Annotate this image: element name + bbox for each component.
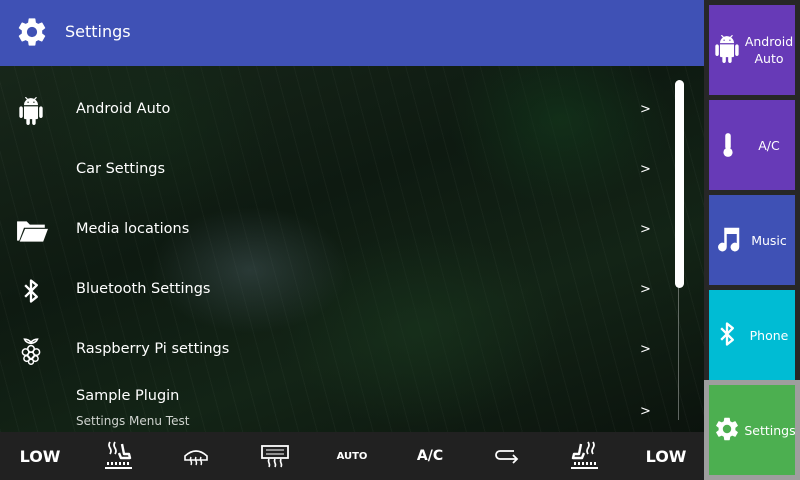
menu-item-label: Car Settings: [76, 161, 166, 177]
recirculation-icon: [495, 450, 519, 464]
nav-tile-settings[interactable]: Settings: [704, 380, 800, 480]
front-defrost-button[interactable]: [176, 432, 216, 480]
defrost-front-icon: [184, 450, 208, 466]
menu-item-android-auto[interactable]: Android Auto >: [0, 81, 670, 141]
nav-tile-phone[interactable]: Phone: [709, 290, 795, 380]
menu-item-label: Media locations: [76, 221, 190, 237]
menu-item-label: Sample Plugin: [76, 388, 180, 404]
settings-header: Settings: [0, 0, 704, 66]
nav-tile-label: Phone: [749, 328, 789, 343]
seat-heat-right-icon: [571, 441, 598, 469]
gear-icon: [716, 417, 738, 441]
nav-tile-label: A/C: [758, 138, 780, 153]
gear-icon: [18, 18, 46, 46]
menu-item-media-locations[interactable]: Media locations >: [0, 201, 670, 261]
thermometer-icon: [723, 133, 733, 157]
side-navigation: Android Auto A/C Music Phone Settings: [704, 0, 800, 480]
menu-item-car-settings[interactable]: Car Settings >: [0, 141, 670, 201]
menu-item-label: Android Auto: [76, 101, 171, 117]
scrollbar-thumb[interactable]: [675, 80, 684, 288]
chevron-right-icon: >: [640, 282, 651, 297]
menu-item-bluetooth-settings[interactable]: Bluetooth Settings >: [0, 261, 670, 321]
menu-item-sublabel: Settings Menu Test: [76, 414, 190, 428]
seat-heat-right-button[interactable]: [564, 432, 608, 480]
recirculation-button[interactable]: [488, 432, 528, 480]
chevron-right-icon: >: [640, 222, 651, 237]
nav-tile-ac[interactable]: A/C: [709, 100, 795, 190]
nav-tile-music[interactable]: Music: [709, 195, 795, 285]
nav-tile-label: Settings: [744, 423, 796, 438]
nav-tile-android-auto[interactable]: Android Auto: [709, 5, 795, 95]
menu-item-raspberry-pi-settings[interactable]: Raspberry Pi settings >: [0, 321, 670, 381]
folder-icon: [17, 221, 48, 242]
chevron-right-icon: >: [640, 162, 651, 177]
chevron-right-icon: >: [640, 404, 651, 419]
raspberry-pi-icon: [21, 338, 41, 365]
bluetooth-icon: [720, 322, 734, 346]
ac-button[interactable]: A/C: [410, 432, 450, 480]
menu-item-label: Raspberry Pi settings: [76, 341, 230, 357]
nav-tile-label: Android Auto: [744, 34, 794, 66]
left-temperature-button[interactable]: LOW: [10, 432, 70, 480]
seat-heat-left-icon: [105, 441, 132, 469]
auto-button[interactable]: AUTO: [332, 432, 372, 480]
climate-bar: LOW AUTO A/C LOW: [0, 432, 704, 480]
menu-item-label: Bluetooth Settings: [76, 281, 211, 297]
nav-tile-label: Music: [751, 233, 787, 248]
music-note-icon: [718, 227, 740, 252]
android-icon: [715, 35, 739, 63]
seat-heat-left-button[interactable]: [95, 432, 139, 480]
rear-defrost-button[interactable]: [255, 432, 295, 480]
right-temperature-button[interactable]: LOW: [636, 432, 696, 480]
android-icon: [19, 97, 43, 125]
chevron-right-icon: >: [640, 102, 651, 117]
chevron-right-icon: >: [640, 342, 651, 357]
menu-item-sample-plugin[interactable]: Sample Plugin Settings Menu Test >: [0, 381, 670, 432]
page-title: Settings: [65, 22, 131, 41]
bluetooth-icon: [24, 279, 38, 303]
defrost-rear-icon: [261, 445, 289, 468]
